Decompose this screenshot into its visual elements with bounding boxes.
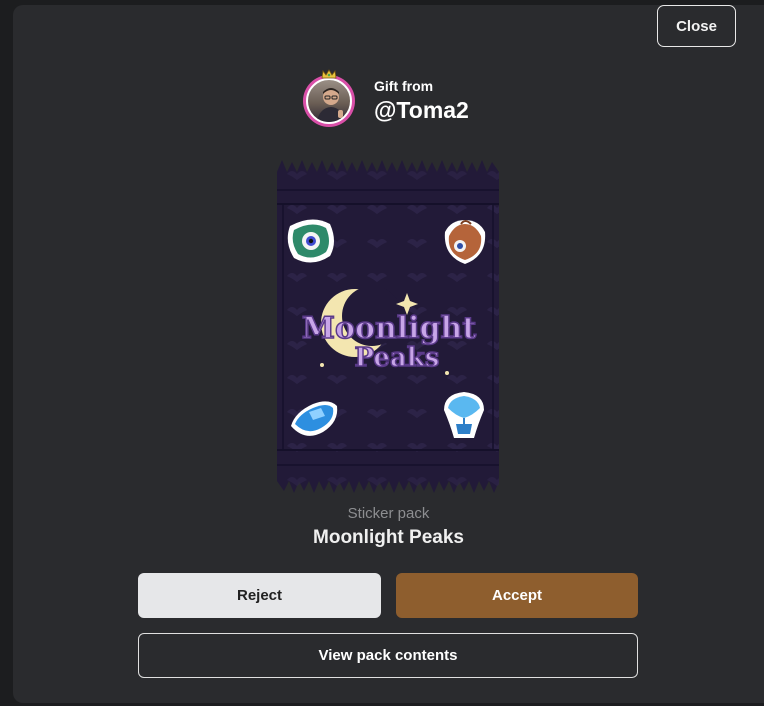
pack-type-label: Sticker pack	[347, 505, 430, 522]
sender-username: @Toma2	[374, 97, 469, 123]
close-button[interactable]: Close	[657, 5, 736, 47]
eye-plant-sticker	[287, 219, 334, 263]
reject-button[interactable]: Reject	[138, 573, 381, 618]
sender-info: Gift from @Toma2	[303, 69, 469, 127]
user-avatar-icon	[306, 78, 352, 124]
gift-from-label: Gift from	[374, 78, 434, 94]
avatar[interactable]	[303, 69, 355, 127]
pack-name: Moonlight Peaks	[313, 527, 464, 548]
accept-button[interactable]: Accept	[396, 573, 638, 618]
logo-line2: Peaks	[355, 343, 440, 373]
crown-icon	[321, 69, 337, 79]
view-pack-contents-button[interactable]: View pack contents	[138, 633, 638, 678]
sticker-pack-image: Moonlight Peaks	[277, 160, 499, 493]
logo-line1: Moonlight	[302, 311, 477, 346]
gift-modal: Close Gift from @Toma2 Moonlight Peaks S…	[13, 5, 764, 703]
